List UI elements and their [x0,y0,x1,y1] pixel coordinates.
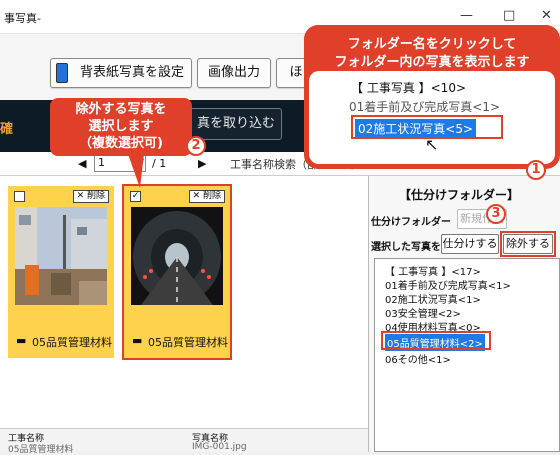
mouse-cursor-icon: ↖ [425,135,439,154]
callout-folder-click: フォルダー名をクリックして フォルダー内の写真を表示します 【 工事写真 】<1… [304,25,560,169]
sort-folder-title: 【仕分けフォルダー】 [399,188,520,202]
tree-item-01[interactable]: 01着手前及び完成写真<1> [385,277,511,292]
close-button[interactable]: ✕ [541,8,552,23]
delete-button[interactable]: ✕ 削除 [72,190,109,203]
tree-item-02[interactable]: 02施工状況写真<1> [385,291,481,306]
minimize-button[interactable]: — [460,8,473,23]
photo-checkbox[interactable] [14,191,25,202]
detail-panel: 工事名称 写真名称 05品質管理材料 IMG-001.jpg [0,428,368,455]
sort-folder-tree: 【 工事写真 】<17> 01着手前及び完成写真<1> 02施工状況写真<1> … [374,258,560,452]
sort-folder-row-label: 仕分けフォルダー [371,217,451,228]
construction-name-value: 05品質管理材料 [8,445,74,455]
exclude-highlight [500,231,556,257]
photo-folder-name: 05品質管理材料 [32,336,112,349]
set-back-photo-button[interactable]: 背表紙写真を設定 [50,58,192,88]
selected-photos-label: 選択した写真を [371,242,441,253]
action-bar-label: 確 [0,122,14,137]
step-badge-3: 3 [486,204,506,224]
step-badge-2: 2 [186,136,206,156]
photo-thumbnail-site [15,207,107,305]
tree-selection-highlight [381,331,491,350]
maximize-button[interactable]: □ [503,8,515,23]
photo-name-value: IMG-001.jpg [192,442,247,452]
next-page-icon[interactable]: ▶ [198,157,206,170]
step-badge-1: 1 [526,160,546,180]
callout-tree-preview: 【 工事写真 】<10> 01着手前及び完成写真<1> 02施工状況写真<5> … [309,71,555,164]
photo-card-1[interactable]: ✕ 削除 ▬ 05品質管理材料 [8,186,114,358]
prev-page-icon[interactable]: ◀ [78,157,86,170]
window-title: 事写真- [4,12,41,25]
selection-highlight [122,184,232,360]
folder-icon: ▬ [16,334,27,347]
photo-grid: ✕ 削除 ▬ 05品質管理材料 ✓ ✕ 削除 ▬ 05品質管理材料 [0,176,368,428]
tree-item-06[interactable]: 06その他<1> [385,351,451,366]
tree-root[interactable]: 【 工事写真 】<17> [385,263,481,278]
image-output-button[interactable]: 画像出力 [197,58,271,88]
sort-button[interactable]: 仕分けする [441,234,499,254]
callout-select-photos: 除外する写真を 選択します （複数選択可) [50,98,192,188]
phone-icon [56,63,68,83]
page-total: / 1 [152,157,167,170]
import-photos-button[interactable]: 真を取り込む [190,108,282,140]
tree-item-03[interactable]: 03安全管理<2> [385,305,461,320]
